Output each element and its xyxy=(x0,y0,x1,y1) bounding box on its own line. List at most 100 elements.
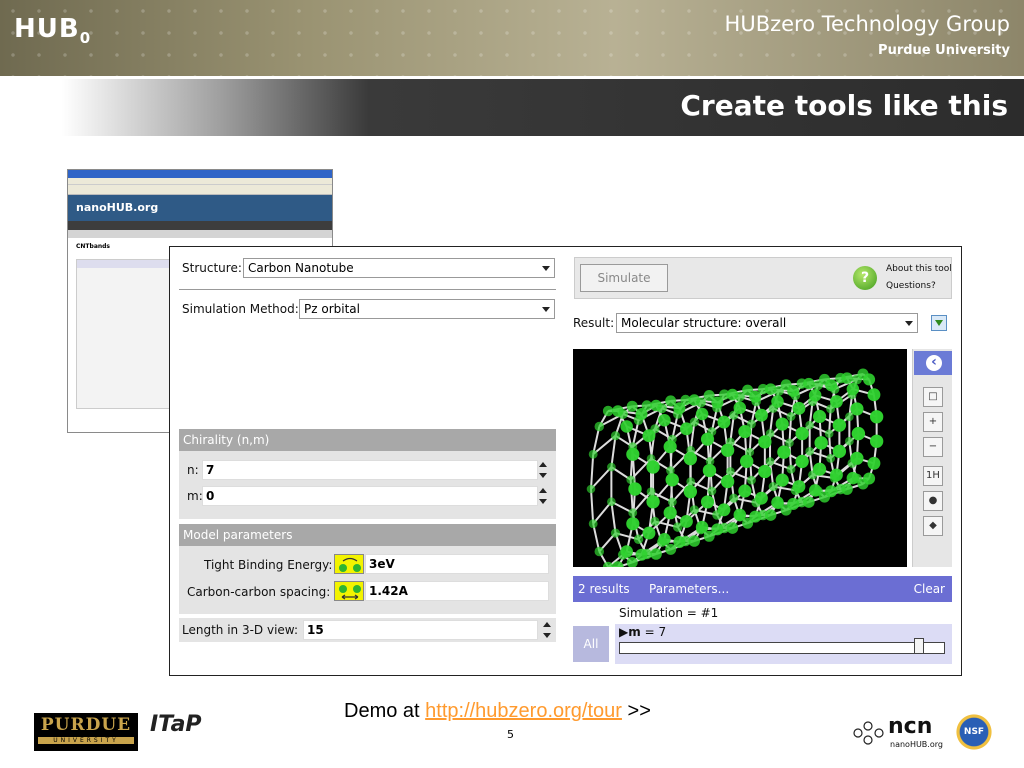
results-count: 2 results xyxy=(578,582,630,596)
cc-spacing-input[interactable]: 1.42A xyxy=(365,581,549,601)
about-tool-link[interactable]: About this tool xyxy=(886,264,952,274)
simulation-number-label: Simulation = #1 xyxy=(619,606,719,620)
site-nav xyxy=(68,221,332,230)
atom xyxy=(610,528,621,538)
bond xyxy=(590,466,613,490)
m-input[interactable]: 0 xyxy=(202,486,538,506)
question-icon[interactable]: ? xyxy=(853,266,877,290)
ncn-logo-text: ncn xyxy=(888,714,933,739)
labels-toggle-button[interactable]: 1H xyxy=(923,466,943,486)
n-spinner[interactable] xyxy=(538,461,549,479)
atom xyxy=(808,484,822,497)
atom xyxy=(786,412,796,421)
method-select[interactable]: Pz orbital xyxy=(299,299,555,319)
tight-binding-input[interactable]: 3eV xyxy=(365,554,549,574)
itap-logo: ITaP xyxy=(150,712,202,737)
atom xyxy=(607,497,616,507)
atom xyxy=(726,522,739,534)
molecule-viewer[interactable] xyxy=(573,349,907,567)
atom xyxy=(792,480,806,493)
atom xyxy=(620,545,633,558)
simulate-button[interactable]: Simulate xyxy=(580,264,668,292)
bond xyxy=(610,501,617,534)
chevron-down-icon xyxy=(542,304,551,314)
atom xyxy=(747,475,756,485)
atom xyxy=(588,449,598,459)
atom xyxy=(635,548,648,561)
atom xyxy=(771,496,784,509)
length-row: Length in 3-D view: 15 xyxy=(179,618,556,642)
n-label: n: xyxy=(187,463,199,477)
atom xyxy=(863,373,876,386)
atom xyxy=(738,484,752,498)
cube-icon[interactable]: ◆ xyxy=(923,516,943,536)
n-input[interactable]: 7 xyxy=(202,460,538,480)
atom xyxy=(787,384,800,397)
atom xyxy=(707,486,717,496)
divider xyxy=(179,289,556,290)
atom xyxy=(830,468,843,482)
atom xyxy=(626,447,640,461)
chevron-down-icon xyxy=(905,318,914,328)
questions-link[interactable]: Questions? xyxy=(886,281,936,291)
title-bar: Create tools like this xyxy=(0,79,1024,136)
demo-link[interactable]: http://hubzero.org/tour xyxy=(425,700,622,722)
atom xyxy=(869,434,884,448)
atom xyxy=(771,395,784,408)
tool-window: Structure: Carbon Nanotube Simulation Me… xyxy=(169,246,962,676)
nsf-logo: NSF xyxy=(956,714,992,750)
ncn-logo: ncn nanoHUB.org xyxy=(852,714,943,752)
atom xyxy=(726,388,739,401)
browser-titlebar xyxy=(68,170,332,178)
atom xyxy=(607,462,616,472)
atom xyxy=(764,383,777,395)
atom xyxy=(667,497,677,507)
university-name: Purdue University xyxy=(878,43,1010,58)
atom xyxy=(805,420,815,430)
length-input[interactable]: 15 xyxy=(303,620,538,640)
atom xyxy=(785,438,794,448)
reset-view-icon[interactable]: □ xyxy=(923,387,943,407)
all-button[interactable]: All xyxy=(573,626,609,662)
structure-select[interactable]: Carbon Nanotube xyxy=(243,258,555,278)
m-slider-row: ▶m = 7 xyxy=(615,624,952,664)
m-spinner[interactable] xyxy=(538,487,549,505)
atom xyxy=(658,413,671,427)
atom xyxy=(830,395,843,408)
download-icon[interactable] xyxy=(931,315,947,331)
cc-spacing-label: Carbon-carbon spacing: xyxy=(187,585,331,599)
result-select[interactable]: Molecular structure: overall xyxy=(616,313,918,333)
collapse-icon[interactable] xyxy=(914,351,952,375)
demo-prefix: Demo at xyxy=(344,700,426,722)
bond xyxy=(590,454,595,490)
slide-title: Create tools like this xyxy=(680,89,1008,122)
atom xyxy=(813,462,827,476)
atom xyxy=(686,477,696,486)
demo-suffix: >> xyxy=(621,700,651,722)
atom xyxy=(795,454,809,469)
clear-button[interactable]: Clear xyxy=(914,582,945,596)
atom xyxy=(683,451,698,466)
atom xyxy=(813,409,827,424)
atom xyxy=(803,377,815,390)
atom xyxy=(826,453,836,463)
atom xyxy=(626,517,640,531)
m-slider-handle[interactable] xyxy=(913,638,924,654)
atom xyxy=(588,519,598,529)
atom-style-icon[interactable]: ● xyxy=(923,491,943,511)
zoom-in-icon[interactable]: + xyxy=(923,412,943,432)
m-slider-name: m xyxy=(628,625,641,639)
m-slider-track[interactable] xyxy=(619,642,945,654)
tight-binding-icon xyxy=(334,554,364,574)
atom xyxy=(845,436,854,446)
nanotube-render xyxy=(586,368,884,567)
chirality-header: Chirality (n,m) xyxy=(179,429,556,451)
zoom-out-icon[interactable]: − xyxy=(923,437,943,457)
atom xyxy=(711,396,724,409)
atom xyxy=(867,456,881,470)
atom xyxy=(646,487,656,497)
atom xyxy=(825,379,838,392)
parameters-button[interactable]: Parameters... xyxy=(649,582,729,596)
length-spinner[interactable] xyxy=(542,621,553,639)
atom xyxy=(845,412,854,422)
